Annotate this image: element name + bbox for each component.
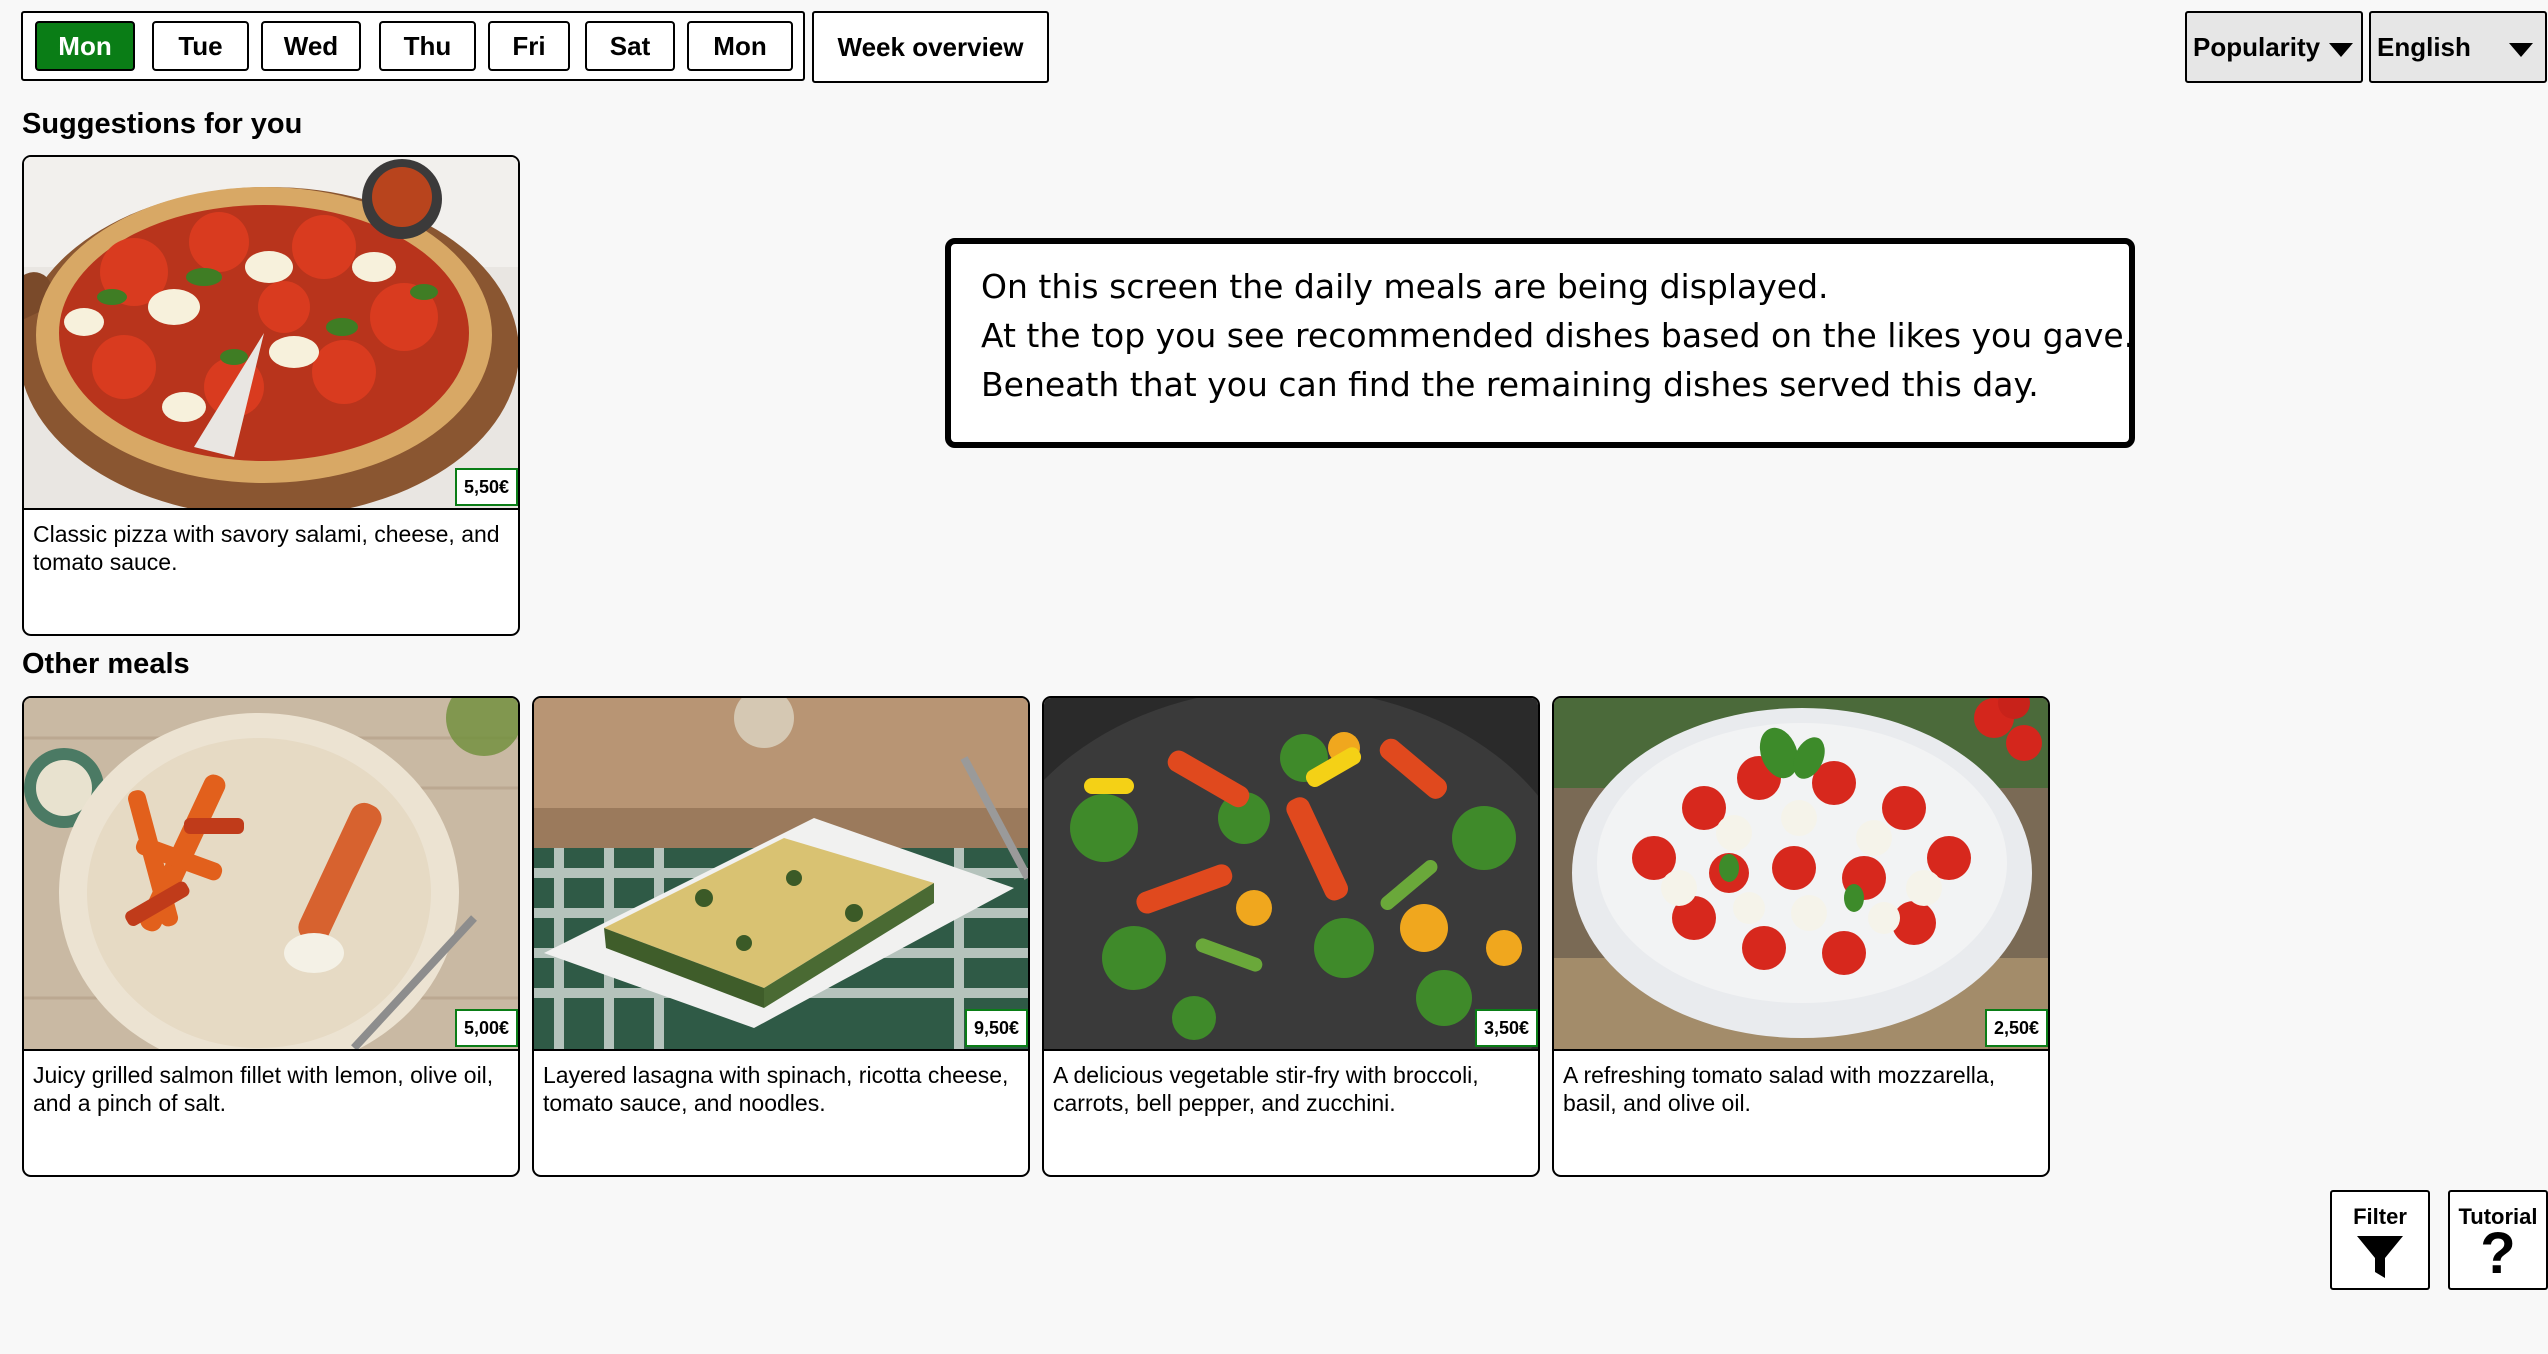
funnel-icon [2357, 1236, 2403, 1278]
meal-description: A refreshing tomato salad with mozzarell… [1563, 1062, 1996, 1116]
language-dropdown[interactable]: English [2369, 11, 2547, 83]
meal-card-tomato-salad[interactable]: 2,50€ A refreshing tomato salad with moz… [1552, 696, 2050, 1177]
tutorial-button[interactable]: Tutorial ? [2448, 1190, 2548, 1290]
sort-dropdown-value: Popularity [2193, 31, 2321, 62]
meal-description: Juicy grilled salmon fillet with lemon, … [33, 1062, 494, 1116]
pizza-image [24, 157, 518, 508]
info-tooltip: On this screen the daily meals are being… [945, 238, 2135, 448]
week-overview-button[interactable]: Week overview [812, 11, 1049, 83]
day-button-sat[interactable]: Sat [585, 21, 675, 71]
price-badge: 5,50€ [454, 468, 518, 506]
price-badge: 2,50€ [1984, 1009, 2048, 1047]
meal-description: Layered lasagna with spinach, ricotta ch… [543, 1062, 1009, 1116]
meal-card-salmon[interactable]: 5,00€ Juicy grilled salmon fillet with l… [22, 696, 520, 1177]
other-meals-heading: Other meals [22, 648, 190, 680]
day-button-mon[interactable]: Mon [35, 21, 135, 71]
language-dropdown-value: English [2377, 31, 2471, 62]
day-button-fri[interactable]: Fri [488, 21, 570, 71]
price-badge: 3,50€ [1474, 1009, 1538, 1047]
meal-card-pizza[interactable]: 5,50€ Classic pizza with savory salami, … [22, 155, 520, 636]
stir-fry-image [1044, 698, 1538, 1049]
filter-button[interactable]: Filter [2330, 1190, 2430, 1290]
info-line: On this screen the daily meals are being… [981, 267, 1829, 306]
sort-dropdown[interactable]: Popularity [2185, 11, 2363, 83]
info-line: Beneath that you can find the remaining … [981, 365, 2039, 404]
salmon-image [24, 698, 518, 1049]
day-button-tue[interactable]: Tue [152, 21, 249, 71]
meal-description: Classic pizza with savory salami, cheese… [33, 521, 500, 575]
day-button-wed[interactable]: Wed [261, 21, 361, 71]
day-button-next-mon[interactable]: Mon [687, 21, 793, 71]
caret-down-icon [2329, 43, 2353, 57]
day-selector: Mon Tue Wed Thu Fri Sat Mon [21, 11, 805, 81]
tomato-salad-image [1554, 698, 2048, 1049]
meal-description: A delicious vegetable stir-fry with broc… [1053, 1062, 1479, 1116]
price-badge: 9,50€ [964, 1009, 1028, 1047]
price-badge: 5,00€ [454, 1009, 518, 1047]
caret-down-icon [2509, 43, 2533, 57]
info-line: At the top you see recommended dishes ba… [981, 316, 2135, 355]
lasagna-image [534, 698, 1028, 1049]
suggestions-heading: Suggestions for you [22, 108, 303, 140]
question-mark-icon: ? [2480, 1221, 2516, 1286]
meal-card-lasagna[interactable]: 9,50€ Layered lasagna with spinach, rico… [532, 696, 1030, 1177]
filter-label: Filter [2353, 1204, 2407, 1229]
meal-card-stir-fry[interactable]: 3,50€ A delicious vegetable stir-fry wit… [1042, 696, 1540, 1177]
day-button-thu[interactable]: Thu [379, 21, 476, 71]
